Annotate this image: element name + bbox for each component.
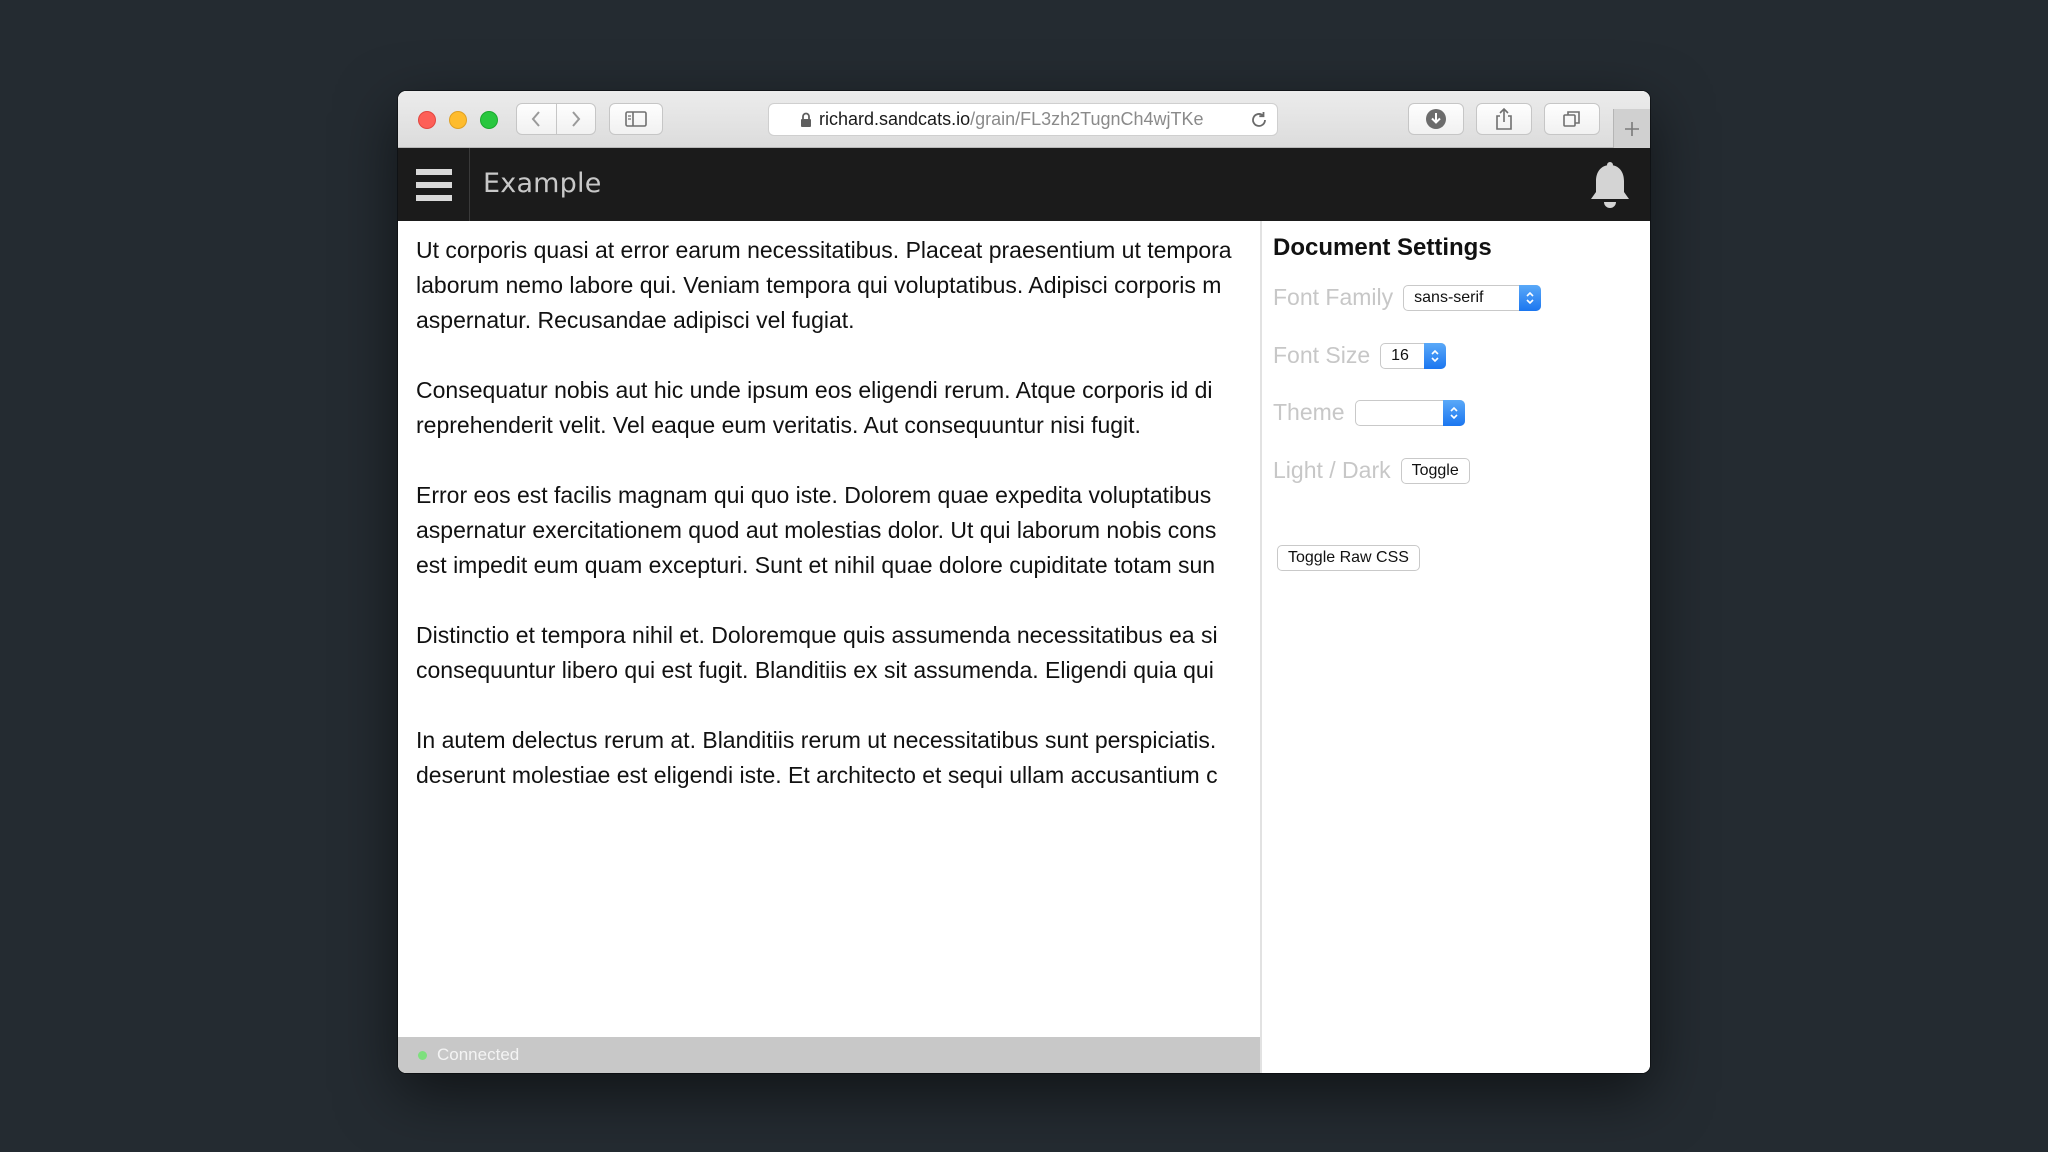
paragraph-line: Consequatur nobis aut hic unde ipsum eos… (416, 377, 1213, 403)
paragraph-line: laborum nemo labore qui. Veniam tempora … (416, 272, 1222, 298)
close-window-button[interactable] (418, 111, 436, 129)
share-button[interactable] (1476, 103, 1532, 135)
font-family-label: Font Family (1273, 284, 1394, 310)
status-dot-icon (418, 1050, 427, 1060)
reload-icon[interactable] (1249, 110, 1269, 130)
paragraph-line: aspernatur. Recusandae adipisci vel fugi… (416, 307, 855, 333)
paragraph-line: deserunt molestiae est eligendi iste. Et… (416, 762, 1218, 788)
sidebar-button[interactable] (609, 103, 663, 135)
paragraph-line: est impedit eum quam excepturi. Sunt et … (416, 552, 1216, 578)
paragraph-line: Error eos est facilis magnam qui quo ist… (416, 482, 1212, 508)
font-family-row: Font Family sans-serif (1273, 284, 1542, 311)
sidebar-icon (625, 111, 647, 127)
raw-css-row: Toggle Raw CSS (1277, 545, 1420, 571)
font-size-select[interactable]: 16 (1380, 342, 1447, 369)
font-family-value: sans-serif (1414, 288, 1484, 306)
paragraph-line: Ut corporis quasi at error earum necessi… (416, 237, 1232, 263)
new-tab-icon (1625, 121, 1639, 136)
document-content: Ut corporis quasi at error earum necessi… (398, 221, 1260, 1037)
paragraph: Error eos est facilis magnam qui quo ist… (416, 478, 1260, 583)
paragraph: Consequatur nobis aut hic unde ipsum eos… (416, 373, 1260, 443)
paragraph: Ut corporis quasi at error earum necessi… (416, 233, 1260, 338)
theme-select[interactable] (1354, 399, 1465, 426)
font-family-select[interactable]: sans-serif (1403, 284, 1542, 311)
font-size-row: Font Size 16 (1273, 342, 1447, 369)
paragraph-line: In autem delectus rerum at. Blanditiis r… (416, 727, 1217, 753)
font-size-label: Font Size (1273, 342, 1371, 368)
light-dark-label: Light / Dark (1273, 457, 1391, 483)
url-path: /grain/FL3zh2TugnCh4wjTKe (970, 109, 1204, 129)
back-icon (531, 111, 541, 127)
share-icon (1496, 107, 1512, 130)
tab-overview-button[interactable] (1544, 103, 1600, 135)
select-arrows-icon (1424, 342, 1447, 369)
back-button[interactable] (517, 104, 557, 134)
toggle-theme-button[interactable]: Toggle (1400, 457, 1470, 484)
select-arrows-icon (1519, 284, 1542, 311)
paragraph-line: reprehenderit velit. Vel eaque eum verit… (416, 412, 1141, 438)
select-arrows-icon (1442, 399, 1465, 426)
downloads-button[interactable] (1408, 103, 1464, 135)
zoom-window-button[interactable] (480, 111, 498, 129)
paragraph-line: Distinctio et tempora nihil et. Doloremq… (416, 622, 1218, 648)
forward-button[interactable] (557, 104, 596, 134)
lock-icon (801, 112, 811, 127)
theme-row: Theme (1273, 399, 1465, 426)
document-settings-panel: Document Settings Font Family sans-serif… (1260, 221, 1650, 1073)
status-text: Connected (437, 1045, 520, 1064)
font-size-value: 16 (1391, 346, 1409, 364)
app-header: Example (398, 148, 1650, 221)
bell-icon[interactable] (1587, 161, 1633, 211)
new-tab-button[interactable] (1613, 109, 1650, 148)
back-forward-group (516, 103, 596, 135)
status-bar: Connected (398, 1037, 1260, 1073)
theme-label: Theme (1273, 399, 1345, 425)
app-title: Example (483, 168, 602, 199)
browser-window: richard.sandcats.io/grain/FL3zh2TugnCh4w… (398, 91, 1650, 1073)
toggle-raw-css-button[interactable]: Toggle Raw CSS (1277, 545, 1420, 571)
paragraph: Distinctio et tempora nihil et. Doloremq… (416, 618, 1260, 688)
browser-toolbar: richard.sandcats.io/grain/FL3zh2TugnCh4w… (398, 91, 1650, 148)
paragraph-line: consequuntur libero qui est fugit. Bland… (416, 657, 1214, 683)
paragraph: In autem delectus rerum at. Blanditiis r… (416, 723, 1260, 793)
forward-icon (571, 111, 581, 127)
tabs-icon (1563, 111, 1580, 127)
download-icon (1426, 109, 1446, 129)
address-bar[interactable]: richard.sandcats.io/grain/FL3zh2TugnCh4w… (768, 103, 1278, 136)
settings-title: Document Settings (1273, 234, 1492, 261)
minimize-window-button[interactable] (449, 111, 467, 129)
url-host: richard.sandcats.io (819, 109, 971, 129)
hamburger-menu-icon[interactable] (398, 148, 470, 221)
light-dark-row: Light / Dark Toggle (1273, 457, 1470, 484)
paragraph-line: aspernatur exercitationem quod aut moles… (416, 517, 1217, 543)
